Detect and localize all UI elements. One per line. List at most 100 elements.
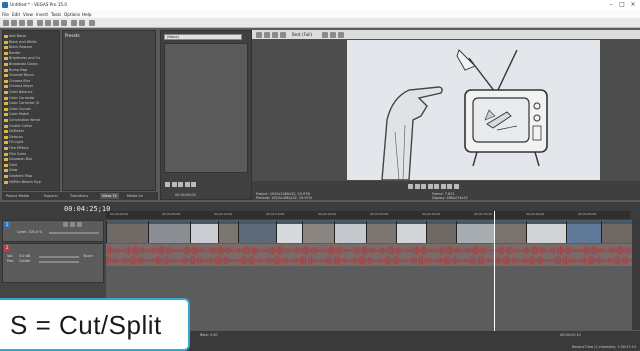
fx-tree-item[interactable]: Glint <box>9 163 59 168</box>
prev-frame-icon[interactable] <box>440 184 446 189</box>
video-clip[interactable] <box>238 221 276 243</box>
audio-track[interactable] <box>106 244 632 266</box>
fx-icon[interactable] <box>272 31 278 38</box>
mute-icon[interactable] <box>70 222 75 227</box>
paste-icon[interactable] <box>61 20 67 26</box>
clip-header[interactable] <box>367 221 396 224</box>
fx-tree-item[interactable]: Add Noise <box>9 34 59 39</box>
clip-header[interactable] <box>495 221 526 224</box>
menu-insert[interactable]: Insert <box>36 12 48 17</box>
audio-pan-slider[interactable] <box>39 260 79 263</box>
undo-icon[interactable] <box>71 20 77 26</box>
video-clip[interactable] <box>494 221 526 243</box>
video-clip[interactable] <box>218 221 238 243</box>
loop-icon[interactable] <box>165 182 170 187</box>
clip-header[interactable] <box>149 221 190 224</box>
new-project-icon[interactable] <box>3 20 9 26</box>
menu-tools[interactable]: Tools <box>51 12 61 17</box>
fx-tree-item[interactable]: Glow <box>9 168 59 173</box>
video-clip[interactable] <box>302 221 334 243</box>
fx-tree-item[interactable]: Defocus <box>9 135 59 140</box>
next-frame-icon[interactable] <box>191 182 196 187</box>
clip-header[interactable] <box>277 221 302 224</box>
fx-tree-item[interactable]: Brightness and Co <box>9 56 59 61</box>
close-icon[interactable]: × <box>628 1 638 9</box>
fx-tree-item[interactable]: Deflicker <box>9 129 59 134</box>
video-clip[interactable] <box>148 221 190 243</box>
prev-frame-icon[interactable] <box>184 182 190 187</box>
fx-tree-item[interactable]: Film Effects <box>9 146 59 151</box>
overlays-icon[interactable] <box>322 31 328 38</box>
tab-project-media[interactable]: Project Media <box>4 193 31 199</box>
preview-quality-select[interactable]: Best (Full) <box>292 32 312 37</box>
next-frame-icon[interactable] <box>447 184 452 189</box>
video-clip[interactable] <box>526 221 566 243</box>
menu-edit[interactable]: Edit <box>12 12 20 17</box>
go-to-end-icon[interactable] <box>453 184 459 189</box>
fx-tree-item[interactable]: Chroma Keyer <box>9 84 59 89</box>
fx-tree-item[interactable]: Channel Blend <box>9 73 59 78</box>
video-clip[interactable] <box>601 221 632 243</box>
play-icon[interactable] <box>171 182 177 187</box>
audio-track-header[interactable]: 2 Vol: 0.0 dB Pan: Center Touch <box>2 243 104 283</box>
fx-tree-item[interactable]: Color Corrector <box>9 96 59 101</box>
play-icon[interactable] <box>421 184 426 189</box>
maximize-icon[interactable]: □ <box>617 1 627 9</box>
timeline-ruler[interactable]: 00:04:00;00 00:04:05;00 00:04:10;00 00:04:1… <box>106 211 630 219</box>
clip-header[interactable] <box>427 221 456 224</box>
clip-header[interactable] <box>457 221 494 224</box>
trimmer-source-select[interactable]: (None) <box>164 34 242 40</box>
audio-volume-slider[interactable] <box>39 255 79 258</box>
save-icon[interactable] <box>19 20 25 26</box>
fx-tree-item[interactable]: Border <box>9 51 59 56</box>
clip-header[interactable] <box>107 221 148 224</box>
timeline-vertical-scrollbar[interactable] <box>632 220 640 330</box>
fx-tree-item[interactable]: Color Curves <box>9 107 59 112</box>
fx-tree-item[interactable]: Cookie Cutter <box>9 124 59 129</box>
open-icon[interactable] <box>11 20 17 26</box>
video-track-header[interactable]: 1 Level: 100.0 % <box>2 220 104 242</box>
clip-header[interactable] <box>303 221 334 224</box>
automation-touch-label[interactable]: Touch <box>83 254 93 258</box>
video-clip[interactable] <box>396 221 426 243</box>
menu-help[interactable]: Help <box>82 12 92 17</box>
video-clip[interactable] <box>106 221 148 243</box>
fx-tree-item[interactable]: Convolution Kerne <box>9 118 59 123</box>
fx-tree-item[interactable]: Color Balance <box>9 90 59 95</box>
fx-tree-item[interactable]: Bump Map <box>9 68 59 73</box>
save-snapshot-icon[interactable] <box>338 31 344 38</box>
tab-media-generators[interactable]: Media Ge <box>125 193 145 199</box>
play-from-start-icon[interactable] <box>414 184 420 189</box>
help-icon[interactable] <box>89 20 95 26</box>
fx-tree-item[interactable]: Black Restore <box>9 45 59 50</box>
redo-icon[interactable] <box>79 20 85 26</box>
timeline-cursor[interactable] <box>494 211 495 331</box>
fx-tree-item[interactable]: Color Corrector (S <box>9 101 59 106</box>
copy-icon[interactable] <box>53 20 59 26</box>
clip-header[interactable] <box>191 221 218 224</box>
tab-video-fx[interactable]: Video FX <box>100 193 119 199</box>
clip-header[interactable] <box>397 221 426 224</box>
fx-tree-item[interactable]: HitFilm Bleach Byp <box>9 180 59 185</box>
fx-tree-item[interactable]: Broadcast Colors <box>9 62 59 67</box>
clip-header[interactable] <box>239 221 276 224</box>
fx-tree-item[interactable]: Gaussian Blur <box>9 157 59 162</box>
video-clip[interactable] <box>426 221 456 243</box>
video-clip[interactable] <box>276 221 302 243</box>
menu-file[interactable]: File <box>2 12 9 17</box>
loop-playback-icon[interactable] <box>408 184 413 189</box>
menu-options[interactable]: Options <box>64 12 80 17</box>
clip-header[interactable] <box>219 221 238 224</box>
cut-icon[interactable] <box>45 20 51 26</box>
fx-tree-item[interactable]: Gradient Map <box>9 174 59 179</box>
split-screen-icon[interactable] <box>280 31 286 38</box>
preview-settings-icon[interactable] <box>256 31 262 38</box>
pause-icon[interactable] <box>427 184 433 189</box>
tab-explorer[interactable]: Explorer <box>42 193 60 199</box>
external-monitor-icon[interactable] <box>264 31 270 38</box>
video-track[interactable] <box>106 221 632 243</box>
fx-tree-item[interactable]: Chroma Blur <box>9 79 59 84</box>
clip-header[interactable] <box>335 221 366 224</box>
video-level-slider[interactable] <box>49 232 99 234</box>
tab-transitions[interactable]: Transitions <box>68 193 90 199</box>
